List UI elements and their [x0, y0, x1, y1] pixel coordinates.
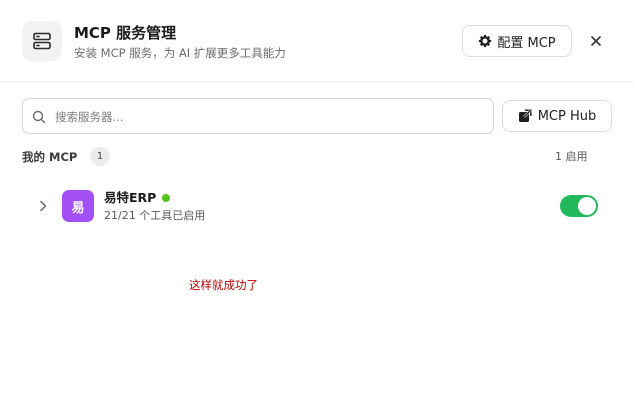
my-mcp-title: 我的 MCP [22, 150, 78, 164]
my-mcp-count-badge: 1 [90, 147, 110, 166]
mcp-hub-label: MCP Hub [537, 108, 597, 124]
server-enable-toggle[interactable] [560, 195, 598, 217]
chevron-right-icon[interactable] [36, 198, 50, 214]
close-icon [590, 35, 602, 47]
server-icon [22, 21, 62, 61]
config-mcp-label: 配置 MCP [497, 35, 556, 51]
enabled-count: 1 启用 [555, 150, 588, 163]
dialog-title: MCP 服务管理 [74, 24, 177, 42]
server-tools-status: 21/21 个工具已启用 [104, 209, 206, 222]
status-dot [162, 194, 170, 202]
dialog-header: MCP 服务管理 安装 MCP 服务，为 AI 扩展更多工具能力 配置 MCP [0, 0, 634, 82]
external-link-icon [518, 109, 532, 123]
gear-icon [478, 34, 492, 48]
server-avatar: 易 [62, 190, 94, 222]
mcp-hub-button[interactable]: MCP Hub [502, 100, 612, 132]
search-icon [32, 109, 46, 124]
mcp-dialog: MCP 服务管理 安装 MCP 服务，为 AI 扩展更多工具能力 配置 MCP [0, 0, 634, 406]
server-row[interactable]: 易 易特ERP 21/21 个工具已启用 [22, 182, 612, 230]
annotation-text: 这样就成功了 [189, 278, 258, 292]
search-input[interactable] [53, 99, 487, 135]
close-button[interactable] [584, 29, 608, 53]
search-box [22, 98, 494, 135]
config-mcp-button[interactable]: 配置 MCP [462, 25, 572, 57]
server-name: 易特ERP [104, 190, 157, 205]
dialog-subtitle: 安装 MCP 服务，为 AI 扩展更多工具能力 [74, 46, 286, 60]
toggle-knob [578, 197, 596, 215]
